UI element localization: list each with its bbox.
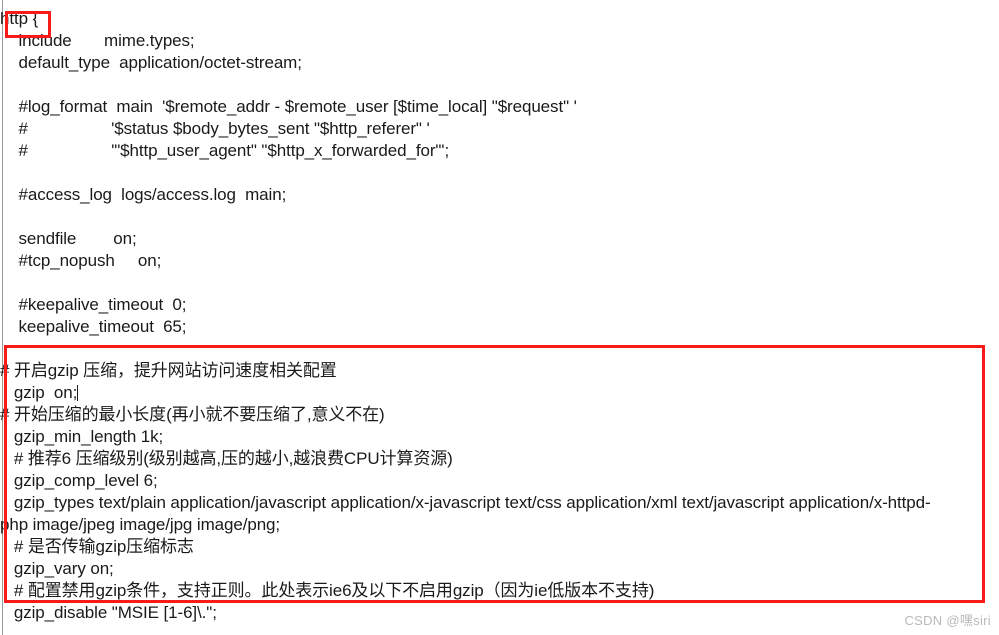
code-line: #keepalive_timeout 0; [0, 294, 999, 316]
code-line-text: # 开始压缩的最小长度(再小就不要压缩了,意义不在) [0, 405, 385, 424]
code-line-text: #log_format main '$remote_addr - $remote… [0, 97, 577, 116]
code-line-text: gzip on; [0, 383, 78, 402]
code-line: #access_log logs/access.log main; [0, 184, 999, 206]
code-line: #log_format main '$remote_addr - $remote… [0, 96, 999, 118]
code-line: # 开启gzip 压缩，提升网站访问速度相关配置 [0, 360, 999, 382]
code-line-text: include mime.types; [0, 31, 195, 50]
code-line: # 推荐6 压缩级别(级别越高,压的越小,越浪费CPU计算资源) [0, 448, 999, 470]
code-line: gzip_disable "MSIE [1-6]\."; [0, 602, 999, 624]
code-line-text: # 推荐6 压缩级别(级别越高,压的越小,越浪费CPU计算资源) [0, 449, 453, 468]
code-line: # '"$http_user_agent" "$http_x_forwarded… [0, 140, 999, 162]
code-line-text: gzip_vary on; [0, 559, 114, 578]
code-line: gzip_min_length 1k; [0, 426, 999, 448]
code-line: http { [0, 8, 999, 30]
code-line: gzip on; [0, 382, 999, 404]
code-line-text: #tcp_nopush on; [0, 251, 162, 270]
code-line-text: # '"$http_user_agent" "$http_x_forwarded… [0, 141, 450, 160]
csdn-watermark: CSDN @嘿siri [904, 613, 991, 628]
code-line: # 开始压缩的最小长度(再小就不要压缩了,意义不在) [0, 404, 999, 426]
code-line: gzip_vary on; [0, 558, 999, 580]
code-line: keepalive_timeout 65; [0, 316, 999, 338]
code-line-text: gzip_min_length 1k; [0, 427, 164, 446]
code-line: #tcp_nopush on; [0, 250, 999, 272]
code-line-text: gzip_disable "MSIE [1-6]\."; [0, 603, 217, 622]
code-line: # 是否传输gzip压缩标志 [0, 536, 999, 558]
text-cursor-caret [77, 385, 79, 401]
code-line-text: default_type application/octet-stream; [0, 53, 302, 72]
code-line-text: # 开启gzip 压缩，提升网站访问速度相关配置 [0, 361, 337, 380]
code-line-text: # '$status $body_bytes_sent "$http_refer… [0, 119, 430, 138]
code-line-text: gzip_comp_level 6; [0, 471, 158, 490]
code-line: # 配置禁用gzip条件，支持正则。此处表示ie6及以下不启用gzip（因为ie… [0, 580, 999, 602]
code-line: sendfile on; [0, 228, 999, 250]
code-line: gzip_types text/plain application/javasc… [0, 492, 999, 514]
code-line: php image/jpeg image/jpg image/png; [0, 514, 999, 536]
code-line: default_type application/octet-stream; [0, 52, 999, 74]
code-line: gzip_comp_level 6; [0, 470, 999, 492]
config-code-block[interactable]: http { include mime.types; default_type … [0, 8, 999, 624]
code-line-text: # 配置禁用gzip条件，支持正则。此处表示ie6及以下不启用gzip（因为ie… [0, 581, 655, 600]
code-line-text: http { [0, 9, 39, 28]
code-line-text: gzip_types text/plain application/javasc… [0, 493, 931, 512]
code-line: include mime.types; [0, 30, 999, 52]
code-line-text: #keepalive_timeout 0; [0, 295, 187, 314]
code-line-text: php image/jpeg image/jpg image/png; [0, 515, 281, 534]
code-line: # '$status $body_bytes_sent "$http_refer… [0, 118, 999, 140]
config-file-page: http { include mime.types; default_type … [0, 0, 999, 635]
code-line-text: # 是否传输gzip压缩标志 [0, 537, 194, 556]
code-line-text: #access_log logs/access.log main; [0, 185, 287, 204]
code-line-text: keepalive_timeout 65; [0, 317, 187, 336]
code-line-text: sendfile on; [0, 229, 137, 248]
